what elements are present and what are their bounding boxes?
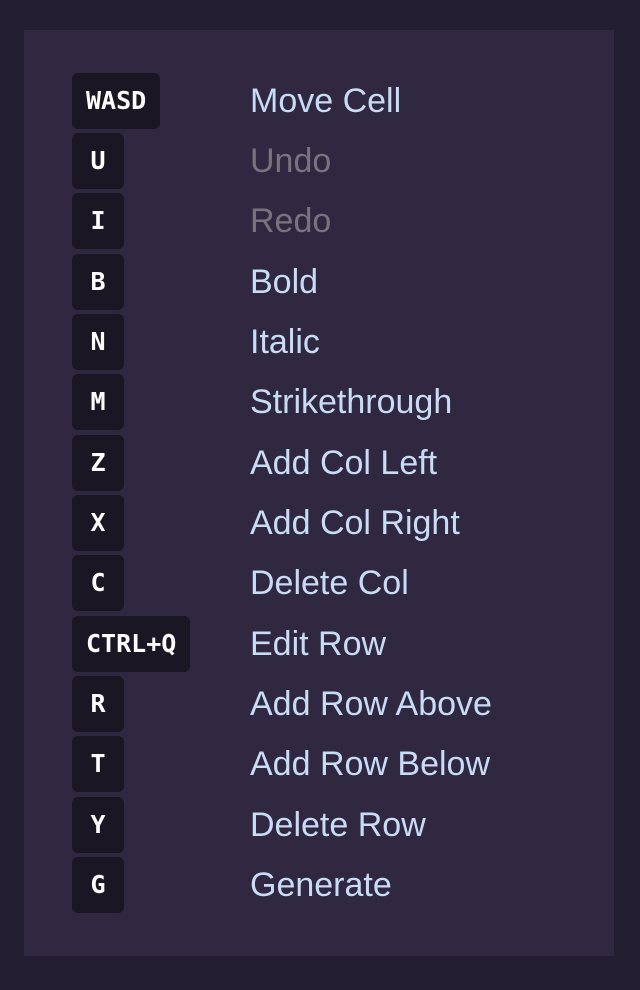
key-badge: Z	[72, 435, 124, 491]
shortcut-row-delete-col[interactable]: C Delete Col	[24, 555, 614, 611]
key-badge: B	[72, 254, 124, 310]
shortcut-row-edit-row[interactable]: CTRL+Q Edit Row	[24, 616, 614, 672]
key-badge: CTRL+Q	[72, 616, 191, 672]
shortcut-row-redo[interactable]: I Redo	[24, 193, 614, 249]
shortcut-label: Italic	[250, 323, 320, 361]
shortcut-label: Generate	[250, 866, 392, 904]
shortcut-row-undo[interactable]: U Undo	[24, 133, 614, 189]
shortcut-label: Bold	[250, 263, 319, 301]
shortcut-row-bold[interactable]: B Bold	[24, 254, 614, 310]
key-badge: C	[72, 555, 124, 611]
shortcut-label: Add Row Below	[250, 745, 491, 783]
shortcut-label: Add Col Right	[250, 504, 460, 542]
shortcut-label: Delete Row	[250, 806, 426, 844]
shortcut-label: Strikethrough	[250, 383, 453, 421]
shortcut-row-add-row-below[interactable]: T Add Row Below	[24, 736, 614, 792]
shortcut-label: Delete Col	[250, 564, 409, 602]
shortcut-label: Add Row Above	[250, 685, 492, 723]
shortcut-row-italic[interactable]: N Italic	[24, 314, 614, 370]
shortcut-row-add-col-left[interactable]: Z Add Col Left	[24, 435, 614, 491]
shortcut-row-move-cell[interactable]: WASD Move Cell	[24, 73, 614, 129]
shortcut-label: Edit Row	[250, 625, 387, 663]
shortcut-row-delete-row[interactable]: Y Delete Row	[24, 797, 614, 853]
key-badge: M	[72, 374, 124, 430]
shortcut-label: Add Col Left	[250, 444, 438, 482]
shortcut-row-add-col-right[interactable]: X Add Col Right	[24, 495, 614, 551]
key-badge: WASD	[72, 73, 161, 129]
key-badge: Y	[72, 797, 124, 853]
shortcuts-panel: WASD Move Cell U Undo I Redo B Bold N It…	[24, 30, 614, 956]
shortcut-row-generate[interactable]: G Generate	[24, 857, 614, 913]
shortcut-row-add-row-above[interactable]: R Add Row Above	[24, 676, 614, 732]
key-badge: U	[72, 133, 124, 189]
shortcut-row-strikethrough[interactable]: M Strikethrough	[24, 374, 614, 430]
key-badge: I	[72, 193, 124, 249]
key-badge: R	[72, 676, 124, 732]
shortcut-label: Move Cell	[250, 82, 402, 120]
key-badge: T	[72, 736, 124, 792]
shortcut-label: Undo	[250, 142, 332, 180]
key-badge: X	[72, 495, 124, 551]
key-badge: N	[72, 314, 124, 370]
shortcut-label: Redo	[250, 202, 332, 240]
key-badge: G	[72, 857, 124, 913]
